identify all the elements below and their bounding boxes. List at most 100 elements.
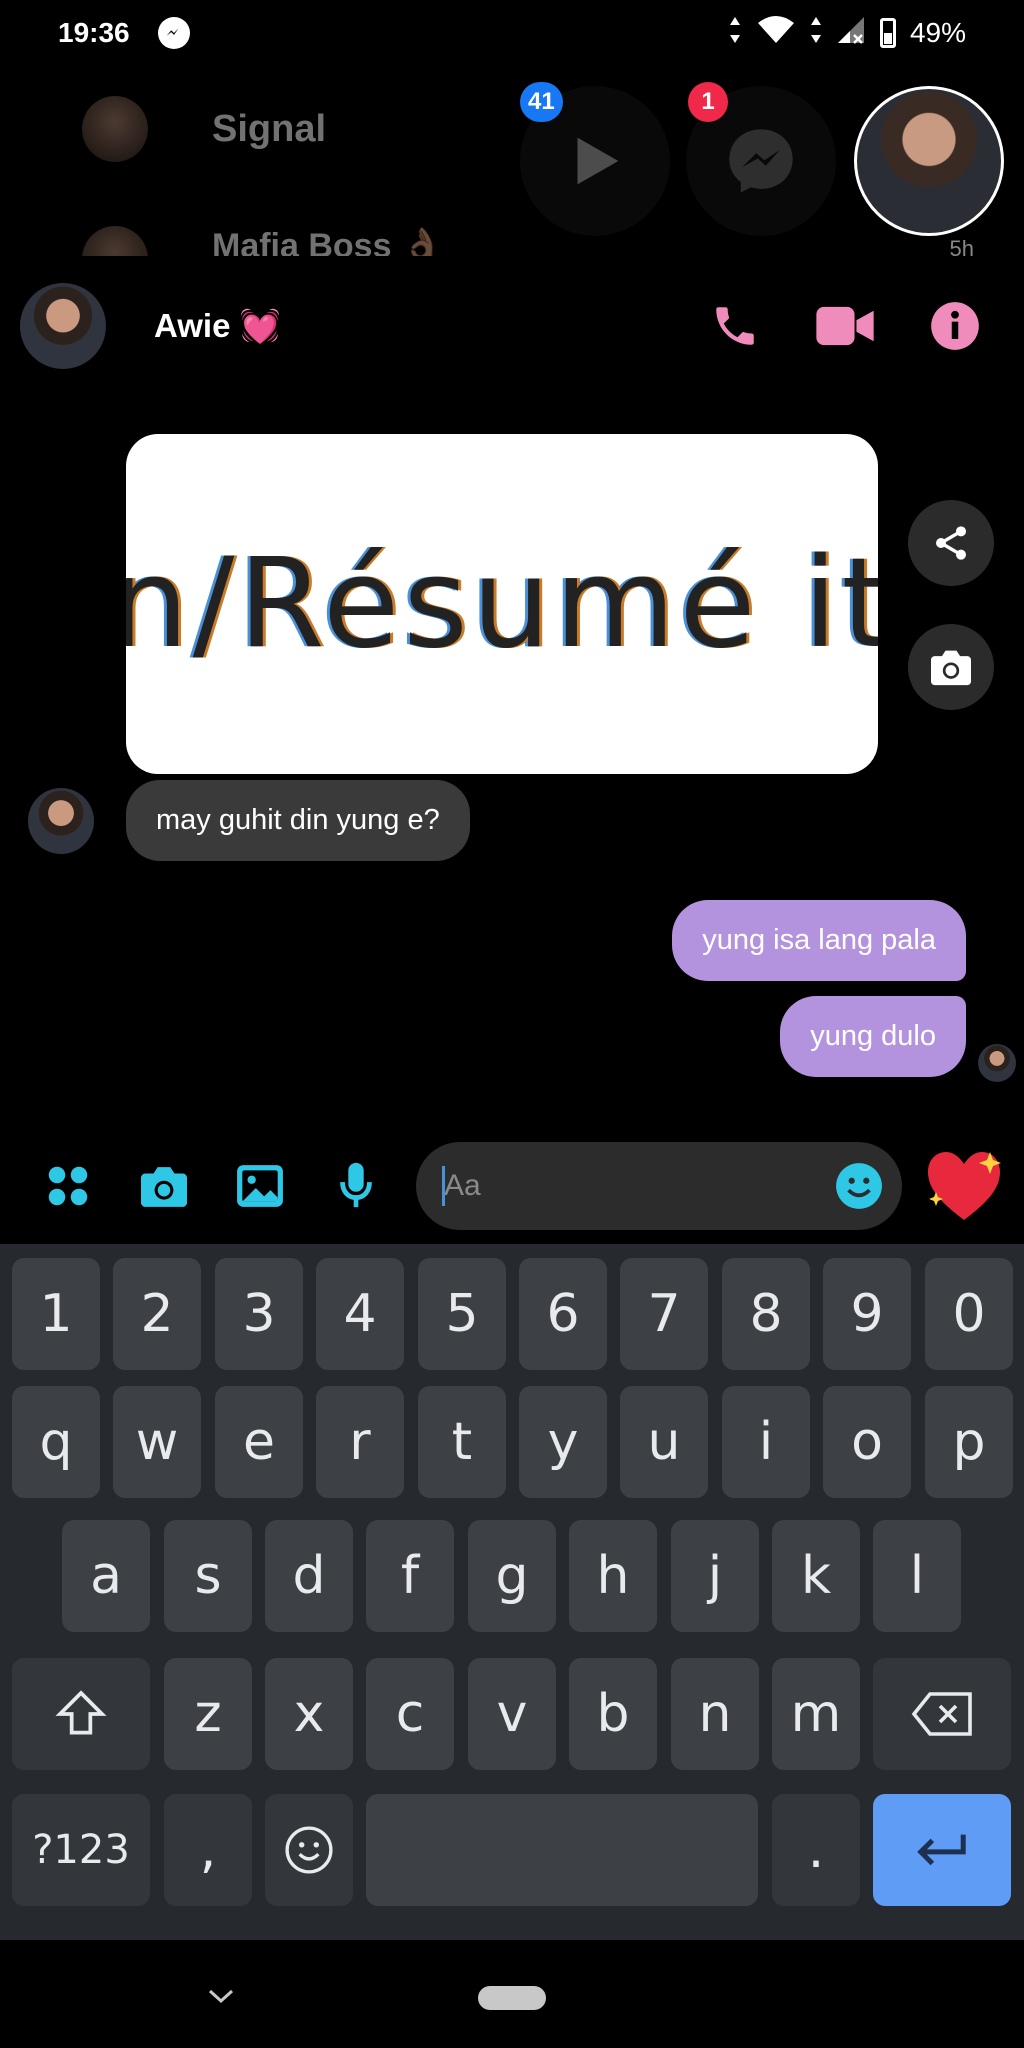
comma-key[interactable]: , (164, 1794, 252, 1906)
key-z[interactable]: z (164, 1658, 252, 1770)
contact-avatar[interactable] (20, 283, 106, 369)
key-u[interactable]: u (620, 1386, 708, 1498)
key-6[interactable]: 6 (519, 1258, 607, 1370)
voice-call-button[interactable] (706, 297, 764, 355)
image-message[interactable]: n/Résumé it (126, 434, 878, 774)
video-call-button[interactable] (816, 297, 874, 355)
unread-badge: 41 (520, 82, 563, 122)
system-navigation-bar (0, 1940, 1024, 2048)
camera-icon (931, 650, 971, 686)
key-v[interactable]: v (468, 1658, 556, 1770)
key-l[interactable]: l (873, 1520, 961, 1632)
outgoing-message[interactable]: yung dulo (780, 996, 966, 1077)
incoming-message[interactable]: may guhit din yung e? (126, 780, 470, 861)
key-r[interactable]: r (316, 1386, 404, 1498)
key-9[interactable]: 9 (823, 1258, 911, 1370)
key-8[interactable]: 8 (722, 1258, 810, 1370)
image-icon (237, 1165, 283, 1207)
gallery-button[interactable] (212, 1141, 308, 1231)
key-b[interactable]: b (569, 1658, 657, 1770)
symbols-key[interactable]: ?123 (12, 1794, 150, 1906)
quick-reaction-button[interactable] (924, 1146, 1004, 1226)
key-i[interactable]: i (722, 1386, 810, 1498)
unread-badge: 1 (688, 82, 728, 122)
key-q[interactable]: q (12, 1386, 100, 1498)
enter-key[interactable] (873, 1794, 1011, 1906)
key-j[interactable]: j (671, 1520, 759, 1632)
data-arrows-icon (810, 15, 822, 52)
key-d[interactable]: d (265, 1520, 353, 1632)
chat-name: Mafia Boss 👌🏽 (212, 227, 444, 256)
keyboard-row-qwerty: q w e r t y u i o p (0, 1386, 1024, 1502)
phone-icon (716, 307, 754, 345)
message-input[interactable] (444, 1169, 834, 1203)
key-1[interactable]: 1 (12, 1258, 100, 1370)
messenger-notification-icon (157, 17, 190, 49)
vibrate-icon (728, 15, 742, 52)
keyboard-row-asdf: a s d f g h j k l (0, 1520, 1024, 1636)
four-dots-icon (48, 1166, 88, 1206)
shift-key[interactable] (12, 1658, 150, 1770)
more-actions-button[interactable] (20, 1141, 116, 1231)
wifi-icon (756, 15, 796, 52)
backspace-key[interactable] (873, 1658, 1011, 1770)
share-icon (936, 526, 966, 560)
key-f[interactable]: f (366, 1520, 454, 1632)
key-e[interactable]: e (215, 1386, 303, 1498)
key-t[interactable]: t (418, 1386, 506, 1498)
key-x[interactable]: x (265, 1658, 353, 1770)
info-button[interactable] (926, 297, 984, 355)
key-h[interactable]: h (569, 1520, 657, 1632)
enter-icon (917, 1834, 966, 1866)
key-s[interactable]: s (164, 1520, 252, 1632)
status-time: 19:36 (58, 17, 130, 48)
camera-icon (141, 1167, 187, 1207)
emoji-key[interactable] (265, 1794, 353, 1906)
message-composer (0, 1136, 1024, 1236)
key-3[interactable]: 3 (215, 1258, 303, 1370)
key-n[interactable]: n (671, 1658, 759, 1770)
emoji-button[interactable] (834, 1161, 884, 1211)
incoming-message-row: may guhit din yung e? (28, 780, 470, 861)
avatar (82, 96, 148, 162)
chevron-down-icon (208, 1989, 234, 2004)
chat-name: Signal (212, 107, 327, 150)
messenger-icon (729, 129, 793, 193)
camera-button[interactable] (116, 1141, 212, 1231)
on-screen-keyboard: 1 2 3 4 5 6 7 8 9 0 q w e r t y u i o p … (0, 1244, 1024, 1940)
avatar (28, 787, 94, 854)
key-y[interactable]: y (519, 1386, 607, 1498)
space-key[interactable] (366, 1794, 758, 1906)
status-bar: 19:36 49% (0, 0, 1024, 66)
avatar (82, 226, 148, 256)
key-a[interactable]: a (62, 1520, 150, 1632)
voice-message-button[interactable] (308, 1141, 404, 1231)
key-5[interactable]: 5 (418, 1258, 506, 1370)
list-item[interactable]: Signal (82, 96, 326, 162)
key-m[interactable]: m (772, 1658, 860, 1770)
home-handle[interactable] (478, 1986, 546, 2010)
hide-keyboard-button[interactable] (204, 1986, 238, 2006)
list-item[interactable]: Mafia Boss 👌🏽 (82, 226, 443, 256)
key-0[interactable]: 0 (925, 1258, 1013, 1370)
share-button[interactable] (908, 500, 994, 586)
chat-panel: Awie 💓 n/Résumé it may guhit din yung e?… (0, 256, 1024, 1256)
play-icon (577, 137, 619, 185)
period-key[interactable]: . (772, 1794, 860, 1906)
video-camera-icon (816, 306, 874, 346)
outgoing-message[interactable]: yung isa lang pala (672, 900, 966, 981)
battery-percent: 49% (909, 17, 966, 48)
key-p[interactable]: p (925, 1386, 1013, 1498)
chat-head-avatar[interactable] (854, 86, 1004, 236)
contact-name[interactable]: Awie 💓 (154, 307, 281, 346)
camera-reply-button[interactable] (908, 624, 994, 710)
key-2[interactable]: 2 (113, 1258, 201, 1370)
battery-icon (879, 18, 896, 48)
key-c[interactable]: c (366, 1658, 454, 1770)
key-g[interactable]: g (468, 1520, 556, 1632)
key-7[interactable]: 7 (620, 1258, 708, 1370)
key-4[interactable]: 4 (316, 1258, 404, 1370)
key-k[interactable]: k (772, 1520, 860, 1632)
key-w[interactable]: w (113, 1386, 201, 1498)
key-o[interactable]: o (823, 1386, 911, 1498)
